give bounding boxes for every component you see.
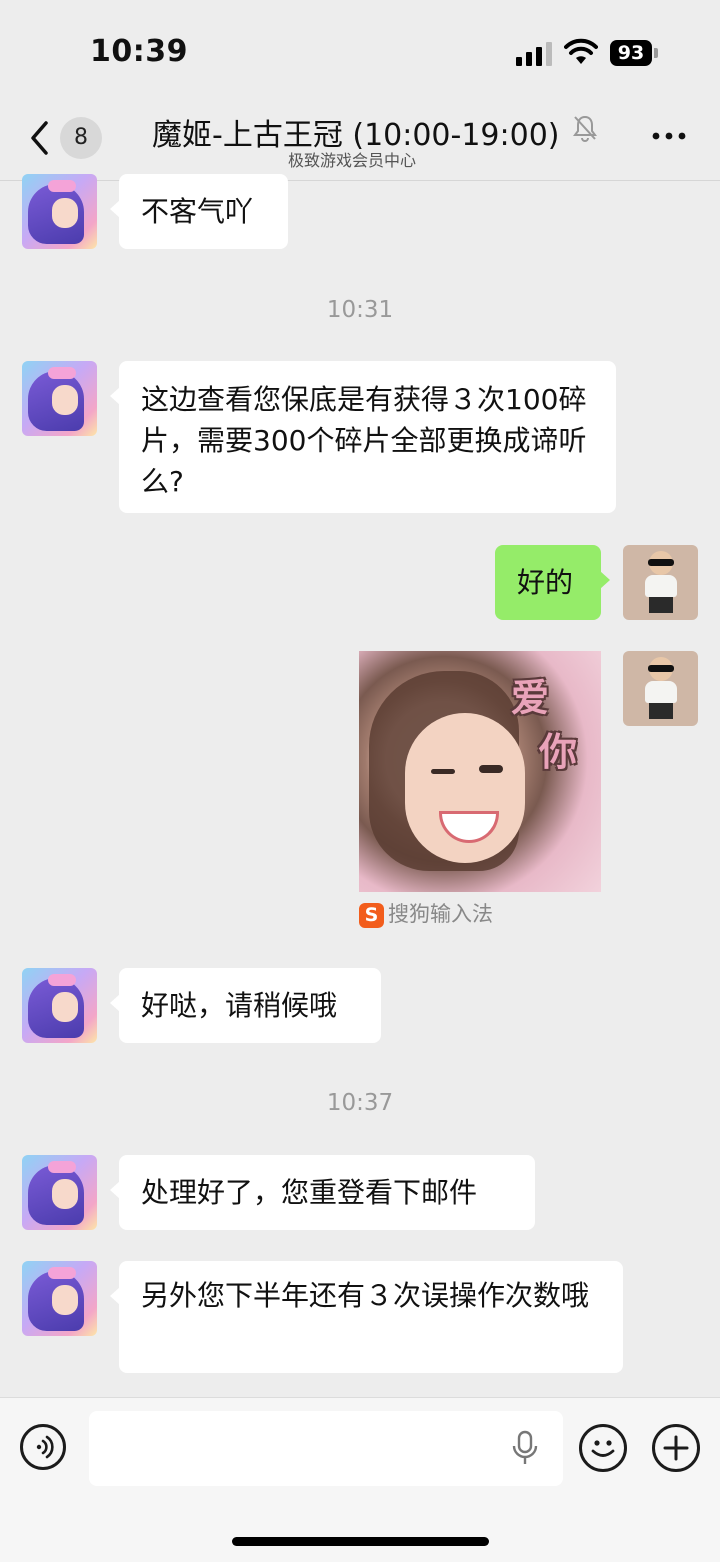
emoji-icon[interactable]: [579, 1424, 627, 1472]
sogou-logo-icon: S: [359, 902, 384, 928]
battery-level: 93: [610, 40, 652, 66]
my-avatar[interactable]: [623, 651, 698, 726]
timestamp: 10:37: [326, 1090, 394, 1116]
sticker-source[interactable]: S 搜狗输入法: [359, 898, 493, 928]
chevron-left-icon[interactable]: [28, 120, 52, 156]
message-bubble[interactable]: 处理好了，您重登看下邮件: [110, 1155, 535, 1230]
home-indicator[interactable]: [232, 1537, 489, 1546]
message-text: 不客气吖: [141, 195, 254, 228]
battery-icon: 93: [610, 40, 658, 66]
contact-avatar[interactable]: [22, 1155, 97, 1230]
sticker-caption: 爱: [511, 676, 550, 720]
message-text: 这边查看您保底是有获得３次100碎片，需要300个碎片全部更换成谛听么?: [141, 383, 587, 498]
timestamp: 10:31: [326, 297, 394, 323]
message-bubble-outgoing[interactable]: 好的: [495, 545, 610, 620]
sticker-caption: 你: [539, 730, 578, 774]
message-text: 处理好了，您重登看下邮件: [141, 1176, 478, 1209]
message-bubble[interactable]: 好哒，请稍候哦: [110, 968, 381, 1043]
message-bubble[interactable]: 这边查看您保底是有获得３次100碎片，需要300个碎片全部更换成谛听么?: [110, 361, 616, 513]
message-text: 好哒，请稍候哦: [141, 989, 338, 1022]
contact-avatar[interactable]: [22, 361, 97, 436]
sticker-image[interactable]: 爱 你: [359, 651, 601, 892]
voice-icon[interactable]: [20, 1424, 66, 1470]
more-dots-icon[interactable]: [651, 126, 687, 146]
contact-avatar[interactable]: [22, 1261, 97, 1336]
unread-count-badge[interactable]: 8: [60, 117, 102, 159]
message-text: 好的: [517, 566, 574, 599]
sticker-source-label: 搜狗输入法: [388, 902, 493, 926]
message-bubble[interactable]: 另外您下半年还有３次误操作次数哦: [110, 1261, 623, 1373]
message-input[interactable]: [89, 1411, 563, 1486]
microphone-icon[interactable]: [510, 1430, 540, 1466]
message-bubble[interactable]: 不客气吖: [110, 174, 288, 249]
my-avatar[interactable]: [623, 545, 698, 620]
chat-subtitle: 极致游戏会员中心: [288, 151, 417, 170]
contact-avatar[interactable]: [22, 968, 97, 1043]
plus-icon[interactable]: [652, 1424, 700, 1472]
wifi-icon: [564, 38, 598, 64]
status-time: 10:39: [90, 34, 188, 69]
bell-slash-icon: [573, 115, 597, 142]
cellular-signal-icon: [516, 40, 552, 66]
message-text: 另外您下半年还有３次误操作次数哦: [141, 1279, 590, 1312]
contact-avatar[interactable]: [22, 174, 97, 249]
